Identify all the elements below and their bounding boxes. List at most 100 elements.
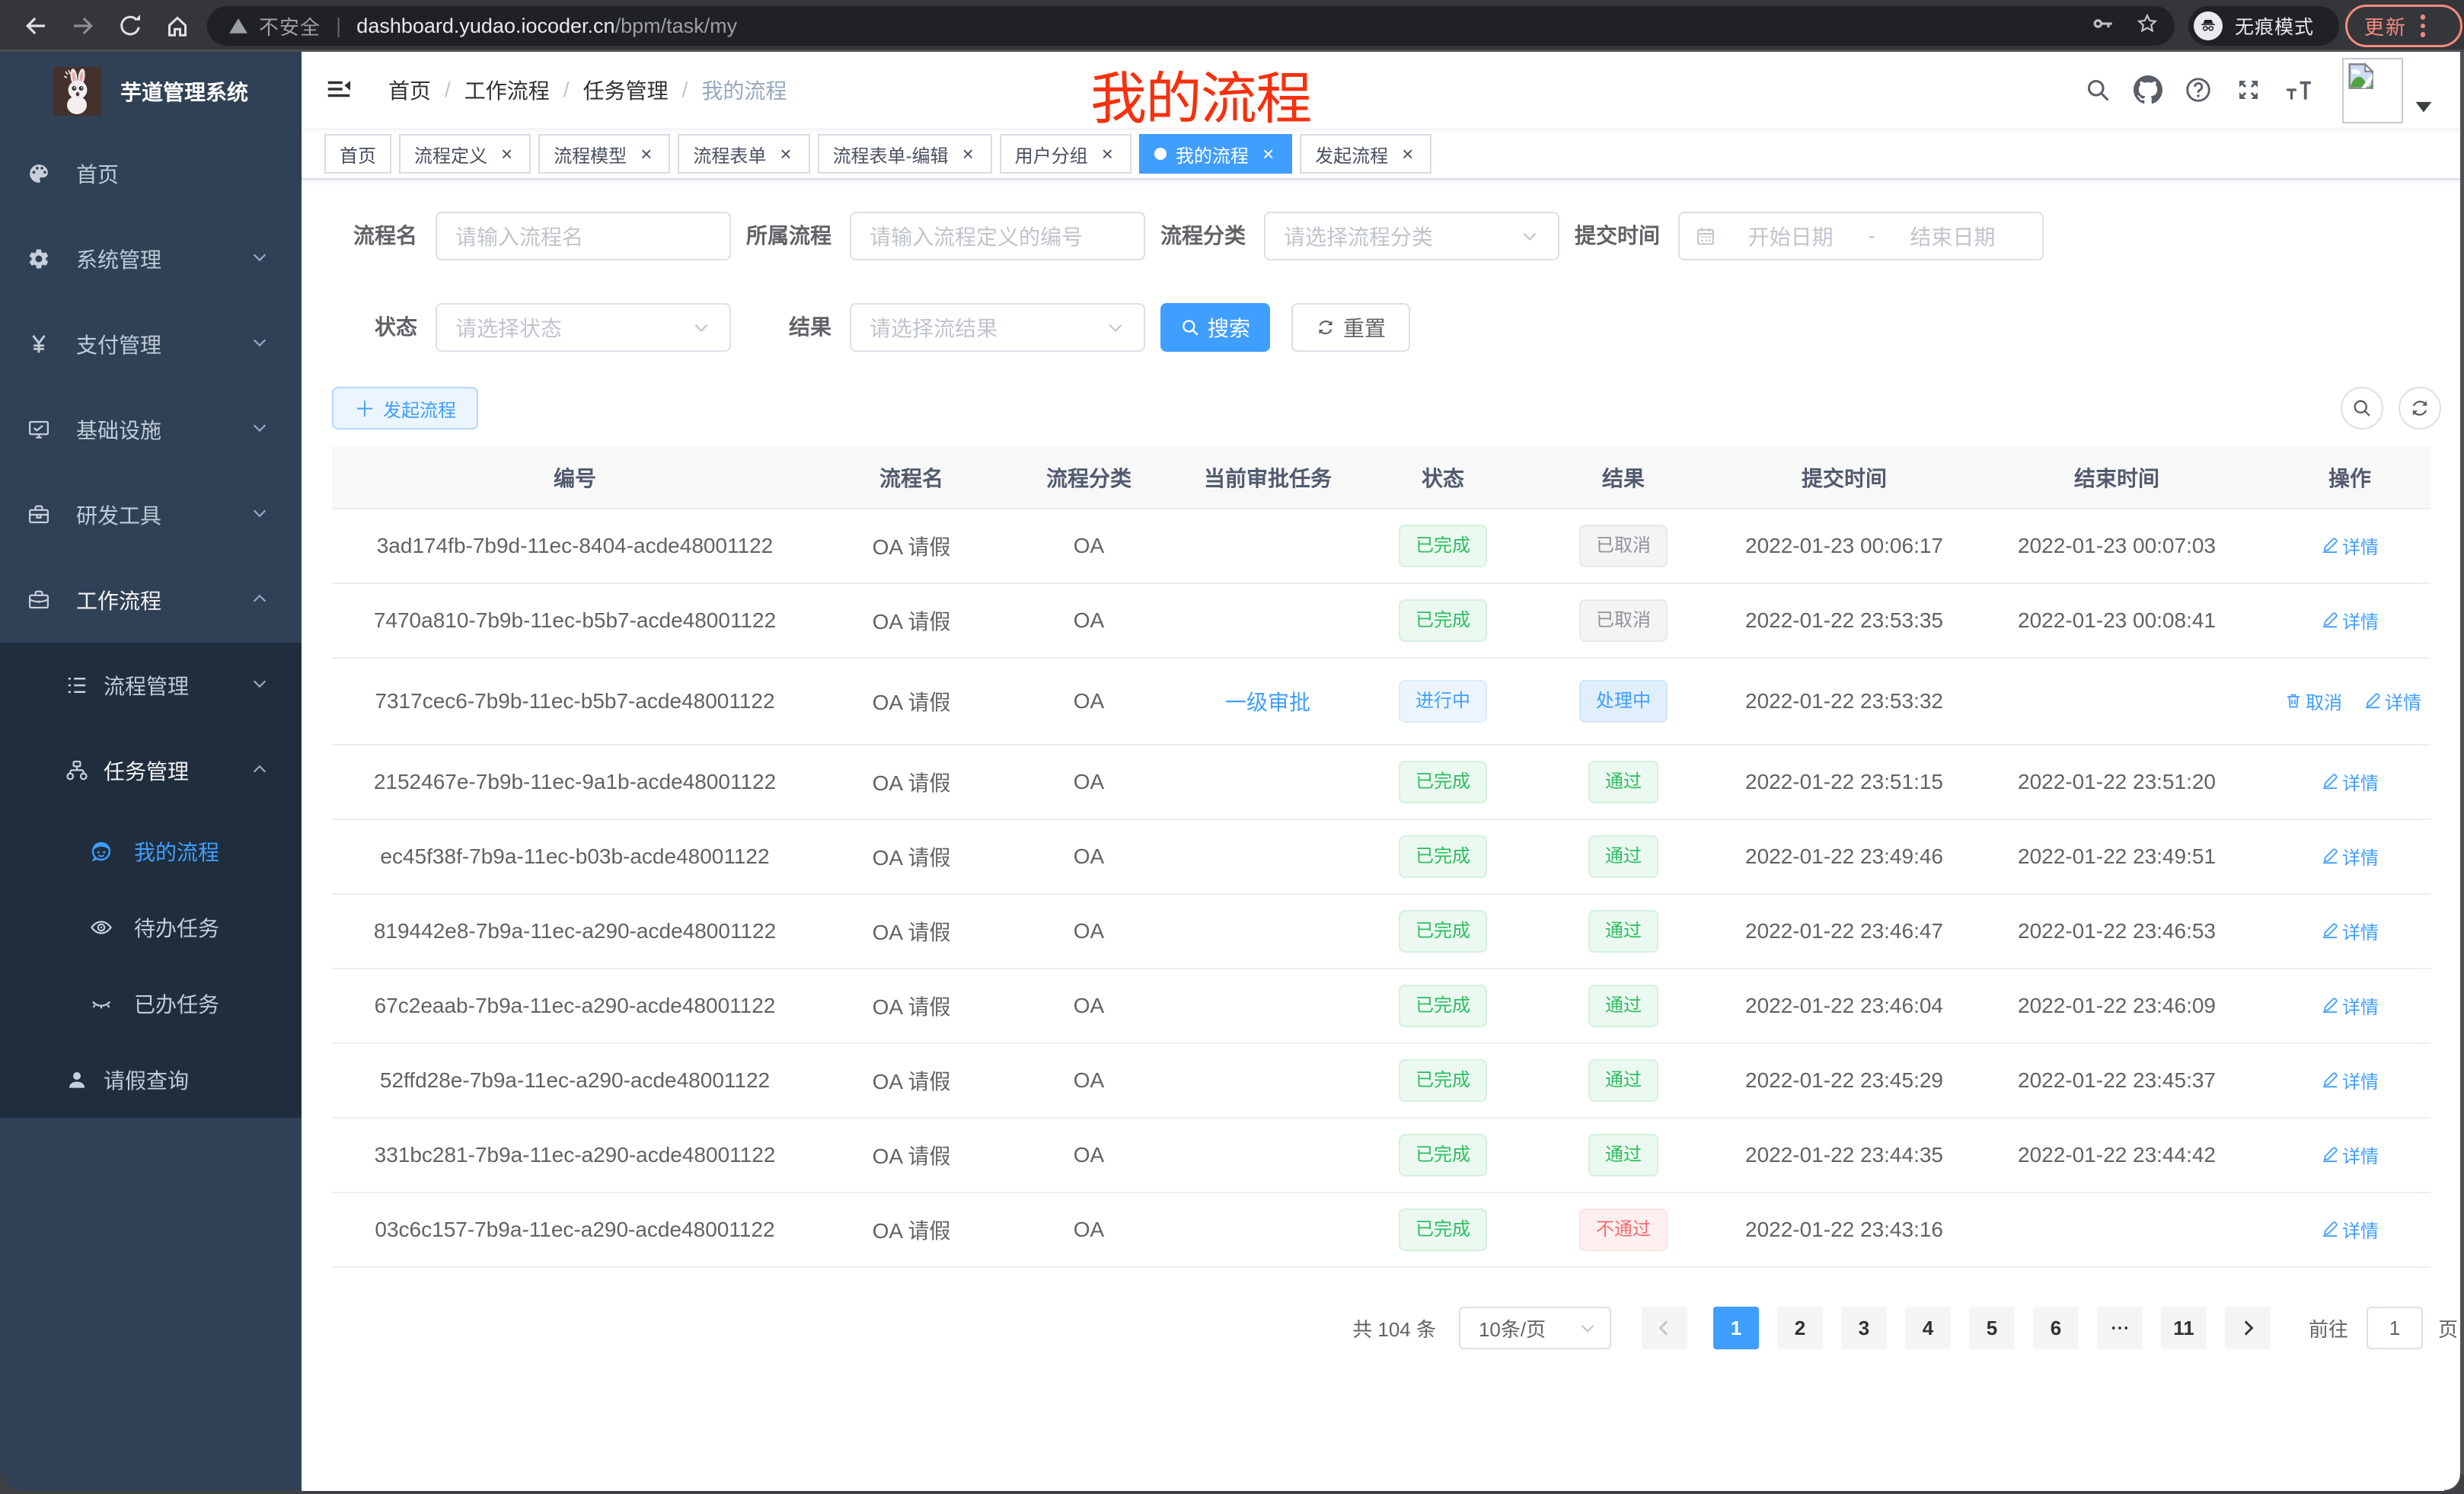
sidebar-item-3[interactable]: 基础设施: [0, 387, 302, 472]
breadcrumb-workflow[interactable]: 工作流程: [464, 75, 550, 105]
home-icon[interactable]: [155, 3, 199, 49]
close-icon[interactable]: ×: [1099, 144, 1116, 164]
detail-button[interactable]: 详情: [2321, 1067, 2379, 1093]
table-row: 03c6c157-7b9a-11ec-a290-acde48001122 OA …: [332, 1192, 2430, 1267]
more-pages-button[interactable]: [2097, 1307, 2143, 1349]
detail-button[interactable]: 详情: [2363, 688, 2421, 714]
bookmark-star-icon[interactable]: [2135, 11, 2159, 41]
prev-page-button[interactable]: [1642, 1307, 1687, 1349]
cell-name: OA 请假: [818, 894, 1005, 969]
status-select[interactable]: 请选择状态: [436, 303, 731, 352]
cell-actions: 详情: [2269, 819, 2430, 894]
task-link[interactable]: 一级审批: [1225, 691, 1310, 714]
sidebar-item-2[interactable]: 支付管理: [0, 302, 302, 387]
sidebar-item-4[interactable]: 研发工具: [0, 472, 302, 557]
next-page-button[interactable]: [2225, 1307, 2271, 1349]
close-icon[interactable]: ×: [498, 144, 515, 164]
reset-button[interactable]: 重置: [1291, 303, 1410, 352]
cell-actions: 详情: [2269, 583, 2430, 658]
close-icon[interactable]: ×: [637, 144, 655, 164]
close-icon[interactable]: ×: [959, 144, 977, 164]
tab-1[interactable]: 流程定义×: [399, 134, 531, 174]
page-6-button[interactable]: 6: [2033, 1307, 2079, 1349]
status-tag: 进行中: [1399, 680, 1487, 723]
sidebar-item-9[interactable]: 待办任务: [0, 889, 302, 966]
detail-button[interactable]: 详情: [2321, 532, 2379, 559]
caret-down-icon[interactable]: [2414, 94, 2434, 123]
detail-button[interactable]: 详情: [2321, 843, 2379, 870]
cell-status: 已完成: [1363, 583, 1523, 658]
github-icon[interactable]: [2123, 52, 2173, 128]
detail-button[interactable]: 详情: [2321, 768, 2379, 795]
sidebar-item-7[interactable]: 任务管理: [0, 728, 302, 813]
sidebar-item-8[interactable]: 我的流程: [0, 813, 302, 889]
category-select[interactable]: 请选择流程分类: [1264, 212, 1559, 260]
cell-submit-time: 2022-01-22 23:43:16: [1724, 1192, 1964, 1267]
header-search-icon[interactable]: [2073, 52, 2123, 128]
avatar[interactable]: [2342, 58, 2403, 123]
result-select[interactable]: 请选择流结果: [850, 303, 1145, 352]
cell-category: OA: [1005, 969, 1173, 1043]
close-icon[interactable]: ×: [1259, 144, 1277, 164]
cell-id: 2152467e-7b9b-11ec-9a1b-acde48001122: [332, 745, 818, 819]
process-definition-input[interactable]: 请输入流程定义的编号: [850, 212, 1145, 260]
browser-update-button[interactable]: 更新: [2345, 5, 2462, 47]
tab-7[interactable]: 发起流程×: [1300, 134, 1431, 174]
close-icon[interactable]: ×: [1399, 144, 1416, 164]
app-logo[interactable]: 芋道管理系统: [0, 52, 302, 131]
page-11-button[interactable]: 11: [2161, 1307, 2207, 1349]
tree-list-icon: [65, 674, 88, 697]
address-bar[interactable]: 不安全 | dashboard.yudao.iocoder.cn/bpm/tas…: [207, 6, 2175, 46]
cell-id: 3ad174fb-7b9d-11ec-8404-acde48001122: [332, 509, 818, 583]
browser-menu-icon[interactable]: [2421, 14, 2425, 37]
sidebar-item-label: 任务管理: [104, 755, 189, 786]
tab-6[interactable]: 我的流程×: [1139, 134, 1292, 174]
breadcrumb-task[interactable]: 任务管理: [583, 75, 669, 105]
hamburger-icon[interactable]: [324, 75, 355, 105]
reload-icon[interactable]: [108, 3, 152, 49]
page-3-button[interactable]: 3: [1841, 1307, 1887, 1349]
cell-id: 52ffd28e-7b9a-11ec-a290-acde48001122: [332, 1043, 818, 1118]
tab-4[interactable]: 流程表单-编辑×: [818, 134, 992, 174]
sidebar-item-5[interactable]: 工作流程: [0, 557, 302, 643]
page-5-button[interactable]: 5: [1969, 1307, 2015, 1349]
page-4-button[interactable]: 4: [1905, 1307, 1951, 1349]
tab-3[interactable]: 流程表单×: [678, 134, 809, 174]
sidebar-item-11[interactable]: 请假查询: [0, 1042, 302, 1118]
search-button[interactable]: 搜索: [1160, 303, 1270, 352]
detail-button[interactable]: 详情: [2321, 607, 2379, 634]
page-2-button[interactable]: 2: [1777, 1307, 1823, 1349]
sidebar-item-1[interactable]: 系统管理: [0, 216, 302, 302]
create-process-button[interactable]: ＋发起流程: [332, 387, 478, 429]
sidebar-item-0[interactable]: 首页: [0, 131, 302, 216]
help-icon[interactable]: [2173, 52, 2223, 128]
close-icon[interactable]: ×: [777, 144, 794, 164]
sidebar-item-10[interactable]: 已办任务: [0, 966, 302, 1042]
table-refresh-button[interactable]: [2399, 387, 2441, 429]
cell-task: [1173, 1043, 1363, 1118]
table-search-button[interactable]: [2341, 387, 2383, 429]
cell-task: [1173, 509, 1363, 583]
process-name-input[interactable]: 请输入流程名: [436, 212, 731, 260]
cell-actions: 详情: [2269, 969, 2430, 1043]
detail-button[interactable]: 详情: [2321, 918, 2379, 944]
cell-end-time: 2022-01-22 23:51:20: [1964, 745, 2269, 819]
font-size-icon[interactable]: [2274, 52, 2324, 128]
breadcrumb-home[interactable]: 首页: [388, 75, 431, 105]
goto-page-input[interactable]: 1: [2367, 1307, 2423, 1349]
tab-2[interactable]: 流程模型×: [538, 134, 670, 174]
tab-0[interactable]: 首页: [324, 134, 391, 174]
fullscreen-icon[interactable]: [2223, 52, 2274, 128]
back-icon[interactable]: [14, 3, 58, 49]
cancel-button[interactable]: 取消: [2284, 688, 2342, 714]
detail-button[interactable]: 详情: [2321, 1141, 2379, 1168]
forward-icon[interactable]: [61, 3, 105, 49]
page-1-button[interactable]: 1: [1713, 1307, 1759, 1349]
password-key-icon[interactable]: [2091, 11, 2115, 41]
detail-button[interactable]: 详情: [2321, 992, 2379, 1019]
tab-5[interactable]: 用户分组×: [1000, 134, 1131, 174]
sidebar-item-6[interactable]: 流程管理: [0, 643, 302, 728]
date-range-picker[interactable]: 开始日期-结束日期: [1678, 212, 2044, 260]
page-size-select[interactable]: 10条/页: [1459, 1307, 1611, 1349]
detail-button[interactable]: 详情: [2321, 1216, 2379, 1243]
